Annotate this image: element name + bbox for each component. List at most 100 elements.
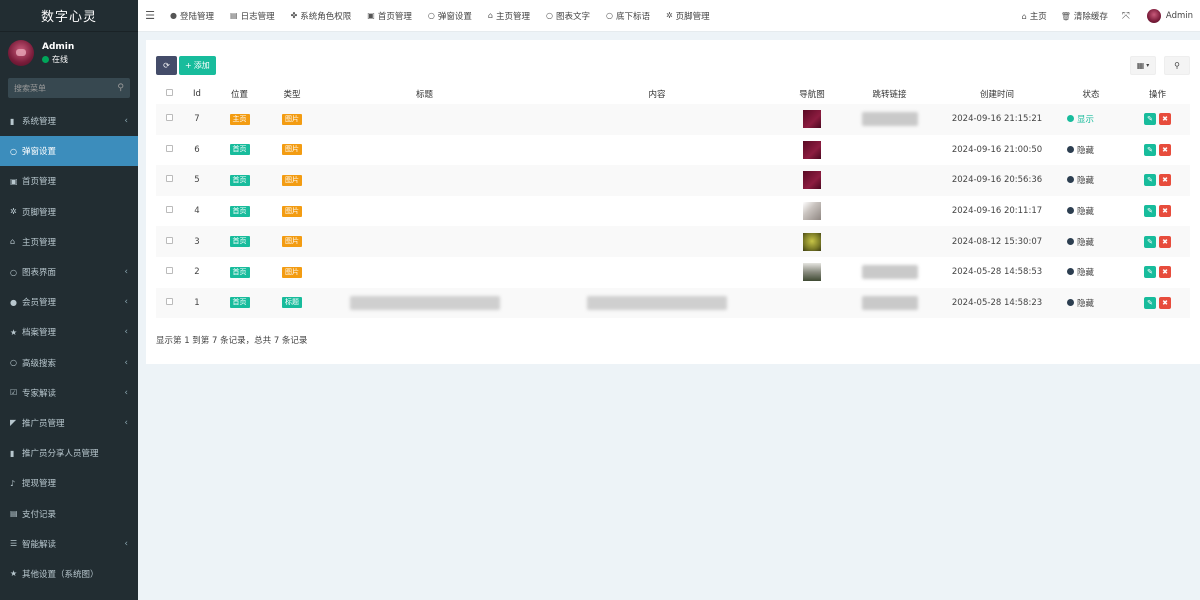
table-row[interactable]: 5 首页 图片 2024-09-16 20:56:36 隐藏 ✎ ✖ xyxy=(156,165,1190,196)
sidebar-search-input[interactable]: 搜索菜单 ⚲ xyxy=(8,78,130,98)
row-checkbox[interactable] xyxy=(165,236,173,244)
edit-button[interactable]: ✎ xyxy=(1144,266,1156,279)
cell-created: 2024-08-12 15:30:07 xyxy=(951,236,1043,247)
nav-image-thumb[interactable] xyxy=(803,171,821,190)
edit-button[interactable]: ✎ xyxy=(1144,174,1156,187)
tab-7[interactable]: ○ 底下标语 xyxy=(598,0,658,32)
sidebar-item-10[interactable]: ◤ 推广员管理 ‹ xyxy=(0,408,138,438)
menu-toggle-icon[interactable]: ☰ xyxy=(138,9,162,22)
fullscreen-button[interactable]: ⤧ xyxy=(1115,0,1140,32)
row-checkbox[interactable] xyxy=(165,267,173,275)
circle-icon: ○ xyxy=(605,11,613,20)
status-badge[interactable]: 显示 xyxy=(1077,115,1094,125)
tab-6[interactable]: ○ 图表文字 xyxy=(538,0,598,32)
title-redacted xyxy=(349,295,500,310)
tab-label: 图表文字 xyxy=(555,11,590,22)
status-badge[interactable]: 隐藏 xyxy=(1077,207,1094,217)
sidebar-item-6[interactable]: ● 会员管理 ‹ xyxy=(0,287,138,317)
edit-button[interactable]: ✎ xyxy=(1144,296,1156,309)
position-badge: 首页 xyxy=(229,144,250,156)
table-row[interactable]: 3 首页 图片 2024-08-12 15:30:07 隐藏 ✎ ✖ xyxy=(156,226,1190,257)
tab-5[interactable]: ⌂ 主页管理 xyxy=(480,0,538,32)
gear-icon: ✲ xyxy=(665,11,673,20)
table-row[interactable]: 7 主页 图片 2024-09-16 21:15:21 显示 ✎ ✖ xyxy=(156,104,1190,135)
search-icon[interactable]: ⚲ xyxy=(117,83,124,93)
edit-button[interactable]: ✎ xyxy=(1144,113,1156,126)
sidebar-item-12[interactable]: ♪ 提现管理 xyxy=(0,468,138,498)
clear-cache-button[interactable]: 🗑 清除缓存 xyxy=(1054,0,1115,32)
sidebar-item-8[interactable]: ○ 高级搜索 ‹ xyxy=(0,348,138,378)
col-position[interactable]: 位置 xyxy=(212,84,267,104)
app-logo[interactable]: 数字心灵 xyxy=(0,0,138,32)
status-badge[interactable]: 隐藏 xyxy=(1077,238,1094,248)
col-id[interactable]: Id xyxy=(182,84,212,104)
admin-menu[interactable]: Admin xyxy=(1140,0,1200,32)
status-badge[interactable]: 隐藏 xyxy=(1077,176,1094,186)
delete-button[interactable]: ✖ xyxy=(1159,113,1171,126)
nav-image-thumb[interactable] xyxy=(803,140,821,159)
tab-1[interactable]: ▤ 日志管理 xyxy=(222,0,283,32)
columns-toggle-button[interactable]: ▦ ▾ xyxy=(1130,56,1156,75)
delete-button[interactable]: ✖ xyxy=(1159,174,1171,187)
nav-image-thumb[interactable] xyxy=(803,263,821,282)
cell-id: 2 xyxy=(194,267,200,278)
sidebar-item-13[interactable]: ▤ 支付记录 xyxy=(0,498,138,528)
delete-button[interactable]: ✖ xyxy=(1159,296,1171,309)
sidebar-item-16[interactable]: ○ xyxy=(0,589,138,600)
edit-button[interactable]: ✎ xyxy=(1144,143,1156,156)
table-row[interactable]: 4 首页 图片 2024-09-16 20:11:17 隐藏 ✎ ✖ xyxy=(156,196,1190,227)
tab-2[interactable]: ✤ 系统角色权限 xyxy=(283,0,360,32)
col-type[interactable]: 类型 xyxy=(267,84,317,104)
col-title[interactable]: 标题 xyxy=(317,84,532,104)
table-row[interactable]: 6 首页 图片 2024-09-16 21:00:50 隐藏 ✎ ✖ xyxy=(156,135,1190,166)
col-nav-image[interactable]: 导航图 xyxy=(782,84,842,104)
sidebar-item-2[interactable]: ▣ 首页管理 xyxy=(0,166,138,196)
table-header-row: Id 位置 类型 标题 内容 导航图 跳转链接 创建时间 状态 操作 xyxy=(156,84,1190,104)
row-checkbox[interactable] xyxy=(165,144,173,152)
edit-button[interactable]: ✎ xyxy=(1144,205,1156,218)
row-checkbox[interactable] xyxy=(165,175,173,183)
delete-button[interactable]: ✖ xyxy=(1159,143,1171,156)
sidebar-item-0[interactable]: ▮ 系统管理 ‹ xyxy=(0,106,138,136)
sidebar-item-7[interactable]: ★ 档案管理 ‹ xyxy=(0,317,138,347)
status-badge[interactable]: 隐藏 xyxy=(1077,268,1094,278)
sidebar-item-11[interactable]: ▮ 推广员分享人员管理 xyxy=(0,438,138,468)
row-checkbox[interactable] xyxy=(165,114,173,122)
edit-button[interactable]: ✎ xyxy=(1144,235,1156,248)
table-row[interactable]: 2 首页 图片 2024-05-28 14:58:53 隐藏 ✎ ✖ xyxy=(156,257,1190,288)
sidebar-item-9[interactable]: ☑ 专家解读 ‹ xyxy=(0,378,138,408)
nav-image-thumb[interactable] xyxy=(803,110,821,129)
status-badge[interactable]: 隐藏 xyxy=(1077,146,1094,156)
nav-image-thumb[interactable] xyxy=(803,202,821,221)
delete-button[interactable]: ✖ xyxy=(1159,205,1171,218)
tab-3[interactable]: ▣ 首页管理 xyxy=(359,0,420,32)
col-link[interactable]: 跳转链接 xyxy=(842,84,937,104)
nav-image-thumb[interactable] xyxy=(803,232,821,251)
add-button[interactable]: + 添加 xyxy=(179,56,216,75)
tab-0[interactable]: ● 登陆管理 xyxy=(162,0,222,32)
cell-nav-image xyxy=(782,135,842,166)
table-row[interactable]: 1 首页 标题 2024-05-28 14:58:23 隐藏 ✎ ✖ xyxy=(156,287,1190,319)
sidebar-item-14[interactable]: ☰ 智能解读 ‹ xyxy=(0,529,138,559)
sidebar-item-3[interactable]: ✲ 页脚管理 xyxy=(0,197,138,227)
refresh-button[interactable]: ⟳ xyxy=(156,56,177,75)
delete-button[interactable]: ✖ xyxy=(1159,235,1171,248)
search-toggle-button[interactable]: ⚲ xyxy=(1164,56,1190,75)
delete-button[interactable]: ✖ xyxy=(1159,266,1171,279)
sidebar-item-1[interactable]: ○ 弹窗设置 xyxy=(0,136,138,167)
sidebar-item-4[interactable]: ⌂ 主页管理 xyxy=(0,227,138,257)
status-badge[interactable]: 隐藏 xyxy=(1077,299,1094,309)
col-status[interactable]: 状态 xyxy=(1057,84,1125,104)
tab-8[interactable]: ✲ 页脚管理 xyxy=(658,0,718,32)
row-checkbox[interactable] xyxy=(165,297,173,305)
select-all-checkbox[interactable] xyxy=(165,89,173,96)
pencil-icon: ✎ xyxy=(1147,298,1153,307)
sidebar-item-5[interactable]: ○ 图表界面 ‹ xyxy=(0,257,138,287)
sidebar-item-15[interactable]: ★ 其他设置（系统图） xyxy=(0,559,138,589)
col-created[interactable]: 创建时间 xyxy=(937,84,1057,104)
home-link[interactable]: ⌂ 主页 xyxy=(1015,0,1054,32)
row-checkbox[interactable] xyxy=(165,206,173,214)
refresh-icon: ⟳ xyxy=(163,61,170,70)
col-content[interactable]: 内容 xyxy=(532,84,782,104)
tab-4[interactable]: ○ 弹窗设置 xyxy=(420,0,480,32)
